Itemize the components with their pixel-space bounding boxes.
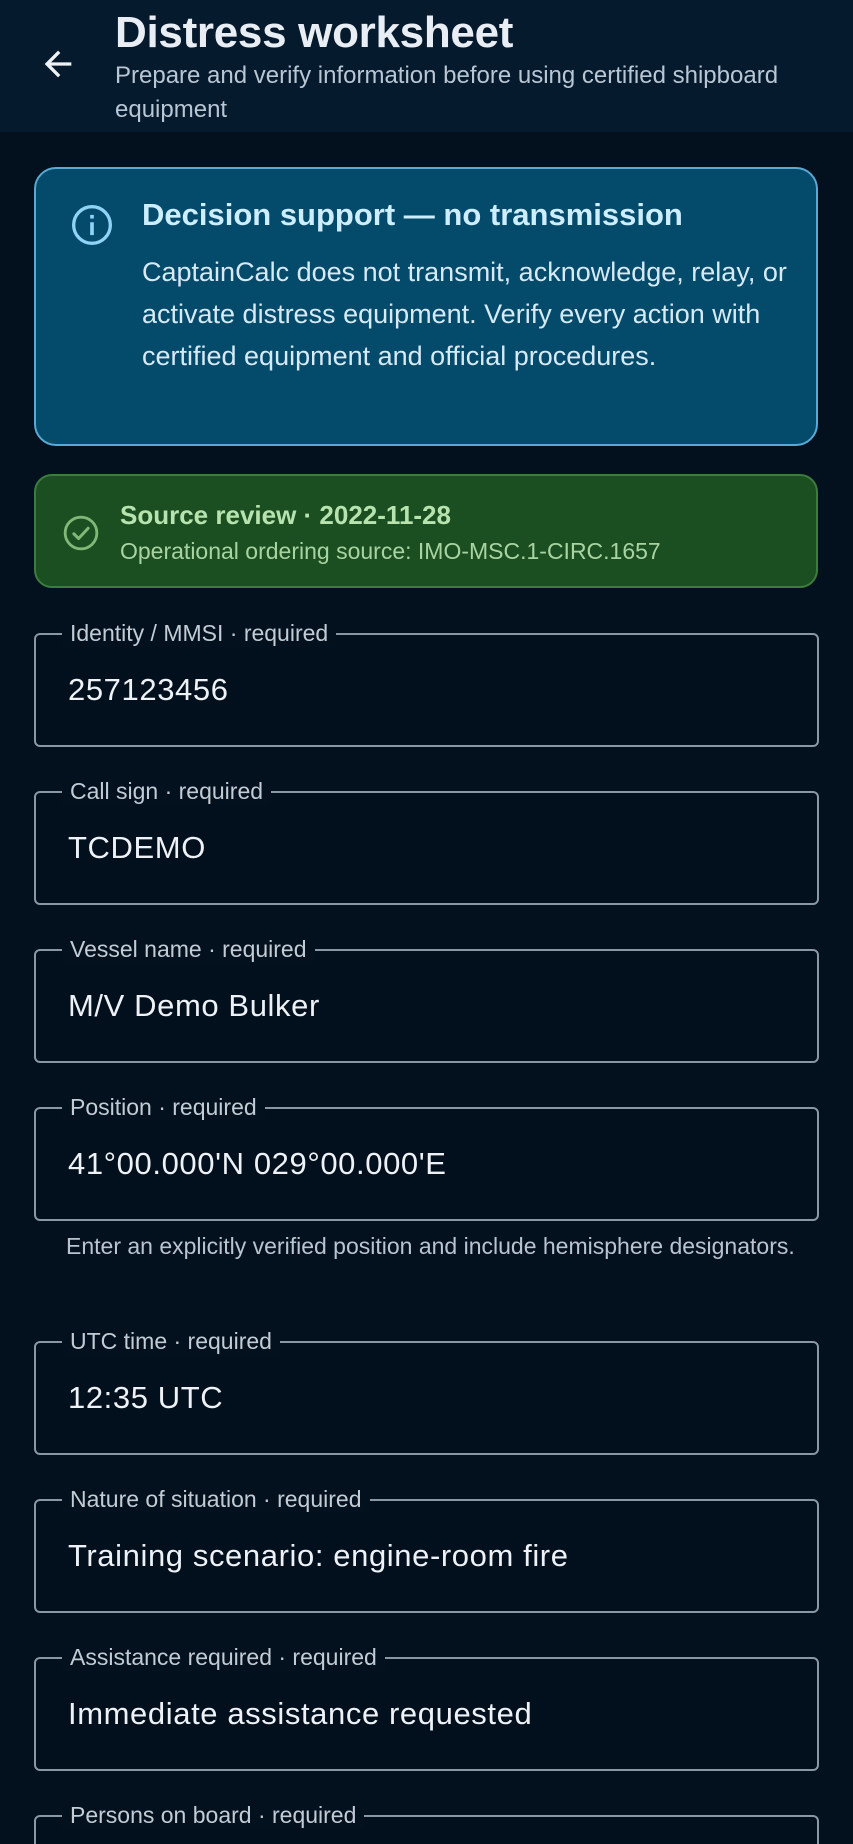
position-input[interactable]: 41°00.000'N 029°00.000'E [68,1143,788,1185]
page-subtitle: Prepare and verify information before us… [115,62,779,123]
call-sign-input[interactable]: TCDEMO [68,827,788,869]
check-circle-icon [63,515,99,551]
back-button[interactable] [28,34,88,94]
nature-of-situation-field[interactable]: Nature of situation · required Training … [34,1485,819,1613]
distress-worksheet-screen: Distress worksheet Prepare and verify in… [0,0,853,1844]
vessel-name-field[interactable]: Vessel name · required M/V Demo Bulker [34,935,819,1063]
field-label: Call sign · required [62,777,272,805]
nature-of-situation-input[interactable]: Training scenario: engine-room fire [68,1535,788,1577]
top-app-bar: Distress worksheet Prepare and verify in… [0,0,853,132]
vessel-name-input[interactable]: M/V Demo Bulker [68,985,788,1027]
field-label: Identity / MMSI · required [62,619,337,647]
field-label: Assistance required · required [62,1643,385,1671]
source-review-card: Source review · 2022-11-28 Operational o… [34,474,818,588]
notice-body: CaptainCalc does not transmit, acknowled… [142,257,787,371]
decision-support-notice: Decision support — no transmission Capta… [34,167,818,446]
field-label: Position · required [62,1093,265,1121]
source-review-title: Source review · 2022-11-28 [120,500,451,530]
page-title: Distress worksheet [115,8,514,57]
position-field[interactable]: Position · required 41°00.000'N 029°00.0… [34,1093,819,1221]
field-label: Nature of situation · required [62,1485,370,1513]
field-label: Persons on board · required [62,1801,365,1829]
mmsi-field[interactable]: Identity / MMSI · required 257123456 [34,619,819,747]
utc-time-input[interactable]: 12:35 UTC [68,1377,788,1419]
info-icon [72,205,112,245]
persons-on-board-field[interactable]: Persons on board · required [34,1801,819,1844]
notice-title: Decision support — no transmission [142,197,683,232]
assistance-required-field[interactable]: Assistance required · required Immediate… [34,1643,819,1771]
field-label: Vessel name · required [62,935,315,963]
field-label: UTC time · required [62,1327,280,1355]
arrow-left-icon [44,50,72,78]
utc-time-field[interactable]: UTC time · required 12:35 UTC [34,1327,819,1455]
call-sign-field[interactable]: Call sign · required TCDEMO [34,777,819,905]
mmsi-input[interactable]: 257123456 [68,669,788,711]
source-review-subtitle: Operational ordering source: IMO-MSC.1-C… [120,538,661,564]
assistance-required-input[interactable]: Immediate assistance requested [68,1693,788,1735]
position-helper-text: Enter an explicitly verified position an… [66,1233,795,1259]
